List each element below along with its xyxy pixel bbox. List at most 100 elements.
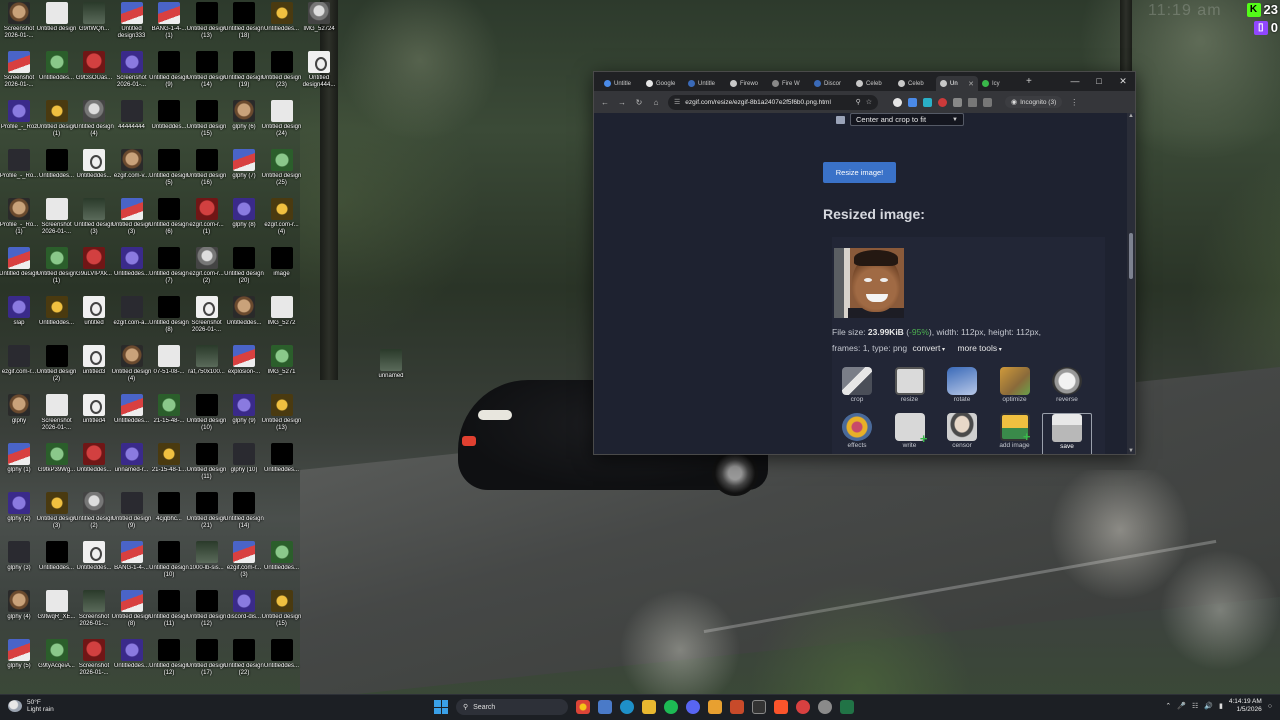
browser-tab[interactable]: Icy xyxy=(978,76,1020,91)
desktop-icon[interactable]: BANG-1-4-... (1) xyxy=(150,2,188,51)
desktop-icon[interactable]: Untitled design xyxy=(0,247,39,296)
desktop-icon[interactable]: Untitleddes... xyxy=(225,296,263,345)
close-icon[interactable]: ✕ xyxy=(1111,72,1135,91)
desktop-icon[interactable]: Untitled design (24) xyxy=(262,100,301,149)
desktop-icon[interactable]: G9twqR_XE... xyxy=(37,590,76,639)
desktop-icon[interactable]: Untitled design (1) xyxy=(37,100,76,149)
desktop-icon[interactable]: Untitleddes... xyxy=(113,394,151,443)
desktop-icon[interactable]: ezgif.com-a... xyxy=(113,296,151,345)
desktop-icon[interactable]: Untitled design (12) xyxy=(187,590,226,639)
desktop-icon[interactable]: IMG_5271 xyxy=(263,345,301,394)
bookmark-star-icon[interactable]: ☆ xyxy=(866,98,872,106)
tool-write-button[interactable]: write xyxy=(885,413,935,454)
tool-censor-button[interactable]: censor xyxy=(937,413,987,454)
forward-icon[interactable]: → xyxy=(617,98,627,107)
desktop-icon[interactable]: Untitleddes... xyxy=(113,247,151,296)
desktop-icon[interactable]: Untitled design (13) xyxy=(187,2,226,51)
resize-image-button[interactable]: Resize image! xyxy=(823,162,896,183)
zoom-icon[interactable]: ⚲ xyxy=(856,98,861,106)
menu-kebab-icon[interactable]: ⋮ xyxy=(1069,98,1079,107)
brave-icon[interactable] xyxy=(774,700,788,714)
desktop-icon[interactable]: Untitled design (15) xyxy=(262,590,301,639)
puzzle-icon[interactable] xyxy=(953,97,962,107)
terminal-icon[interactable] xyxy=(752,700,766,714)
desktop-icon[interactable]: 21-15-48-... xyxy=(150,394,188,443)
edge-icon[interactable] xyxy=(620,700,634,714)
desktop-icon[interactable]: glphy (5) xyxy=(0,639,38,688)
task-view-icon[interactable] xyxy=(598,700,612,714)
desktop-icon[interactable]: Untitled design (25) xyxy=(262,149,301,198)
more-tools-dropdown[interactable]: more tools xyxy=(957,343,1001,353)
tool-add-image-button[interactable]: add image xyxy=(990,413,1040,454)
site-info-icon[interactable]: ☰ xyxy=(674,98,680,106)
desktop-icon[interactable]: ezgif.com-r... (4) xyxy=(263,198,301,247)
excel-icon[interactable] xyxy=(840,700,854,714)
desktop-icon[interactable]: glphy (2) xyxy=(0,492,38,541)
desktop-icon[interactable]: G9tyAcqeiA... xyxy=(38,639,76,688)
desktop-icon[interactable]: Untitleddes... xyxy=(75,541,113,590)
desktop-icon[interactable]: Untitled design (7) xyxy=(149,247,189,296)
browser-tab[interactable]: Celeb xyxy=(894,76,936,91)
taskbar-clock[interactable]: 4:14:19 AM 1/5/2026 xyxy=(1229,698,1262,714)
desktop-icon[interactable]: G9tkP39Wg... xyxy=(38,443,76,492)
desktop-icon[interactable]: IMG_5272 xyxy=(263,296,301,345)
maximize-icon[interactable]: □ xyxy=(1087,72,1111,91)
desktop-icon[interactable]: glphy (4) xyxy=(0,590,38,639)
tool-reverse-button[interactable]: reverse xyxy=(1042,367,1092,410)
desktop-icon[interactable]: Untitleddes... xyxy=(38,149,76,198)
spotify-icon[interactable] xyxy=(664,700,678,714)
desktop-icon[interactable]: Untitled design444... xyxy=(300,51,338,100)
browser-tab[interactable]: Celeb xyxy=(852,76,894,91)
desktop-icon[interactable]: Untitled design (15) xyxy=(187,100,226,149)
desktop-icon[interactable]: Screenshot 2026-01-... xyxy=(38,394,76,443)
desktop-icon[interactable]: Untitled design (3) xyxy=(37,492,76,541)
desktop-icon[interactable]: Untitled design (2) xyxy=(74,492,114,541)
tool-save-button[interactable]: save xyxy=(1042,413,1092,454)
page-scrollbar[interactable]: ▲ ▼ xyxy=(1127,113,1135,454)
desktop-icon[interactable]: Profile_-_Ro... xyxy=(0,149,38,198)
desktop-icon[interactable]: Untitled design (8) xyxy=(112,590,151,639)
extension-icon[interactable] xyxy=(938,97,947,107)
desktop-icon[interactable]: untitled4 xyxy=(75,394,113,443)
desktop-icon[interactable]: Untitled design (4) xyxy=(112,345,151,394)
desktop-icon[interactable]: Untitled design (1) xyxy=(37,247,76,296)
desktop-icon[interactable]: IMG_52724 xyxy=(300,2,338,51)
desktop-icon[interactable]: Untitled design (23) xyxy=(262,51,301,100)
desktop-icon[interactable]: Untitleddes... xyxy=(263,541,301,590)
desktop-icon[interactable]: Untitled design (17) xyxy=(187,639,226,688)
desktop-icon[interactable]: glphy xyxy=(0,394,38,443)
browser-tab[interactable]: Fire W xyxy=(768,76,810,91)
chrome-icon[interactable] xyxy=(576,700,590,714)
desktop-icon[interactable]: Untitled design (21) xyxy=(187,492,226,541)
desktop-icon[interactable]: Untitled design (20) xyxy=(224,247,264,296)
desktop-icon[interactable]: 07-51-08-... xyxy=(150,345,188,394)
taskbar-search[interactable]: ⚲ Search xyxy=(456,699,568,715)
browser-tab[interactable]: Untitle xyxy=(600,76,642,91)
desktop-icon[interactable]: Untitled design333 xyxy=(113,2,151,51)
browser-tab[interactable]: Firewo xyxy=(726,76,768,91)
desktop-icon[interactable]: Untitled design (10) xyxy=(187,394,226,443)
desktop-icon[interactable]: Untitleddes... xyxy=(150,100,188,149)
desktop-icon[interactable]: 1000-lb-sis... xyxy=(188,541,226,590)
desktop-icon[interactable]: glphy (9) xyxy=(225,394,263,443)
weather-widget[interactable]: 50°F Light rain xyxy=(8,699,54,713)
minimize-icon[interactable]: — xyxy=(1063,72,1087,91)
resized-image-preview[interactable] xyxy=(834,248,904,318)
desktop-icon[interactable]: Screenshot 2026-01-... xyxy=(0,2,38,51)
desktop-icon[interactable]: ezgif.com-r... (3) xyxy=(225,541,263,590)
desktop-icon[interactable]: 44444444 xyxy=(113,100,151,149)
desktop-icon[interactable]: glphy (3) xyxy=(0,541,38,590)
address-bar[interactable]: ☰ ezgif.com/resize/ezgif-8b1a2407e2f5f6b… xyxy=(668,94,878,110)
desktop-icon[interactable]: Screenshot 2026-01-... xyxy=(75,590,113,639)
desktop-icon[interactable]: Untitleddes... xyxy=(38,51,76,100)
desktop-icon[interactable]: Untitled design (19) xyxy=(224,51,264,100)
desktop-icon[interactable]: G9t3sOUas... xyxy=(75,51,113,100)
microphone-icon[interactable]: 🎤 xyxy=(1177,702,1186,710)
desktop-icon[interactable]: Untitled design (4) xyxy=(74,100,114,149)
desktop-icon[interactable]: Untitled design (18) xyxy=(224,2,264,51)
tab-close-icon[interactable]: ✕ xyxy=(968,80,974,88)
desktop-icon[interactable]: discord-dis... xyxy=(225,590,263,639)
app-icon[interactable] xyxy=(730,700,744,714)
crop-mode-select[interactable]: Center and crop to fit ▼ xyxy=(850,113,964,126)
desktop-icon[interactable]: Untitleddes... xyxy=(263,443,301,492)
